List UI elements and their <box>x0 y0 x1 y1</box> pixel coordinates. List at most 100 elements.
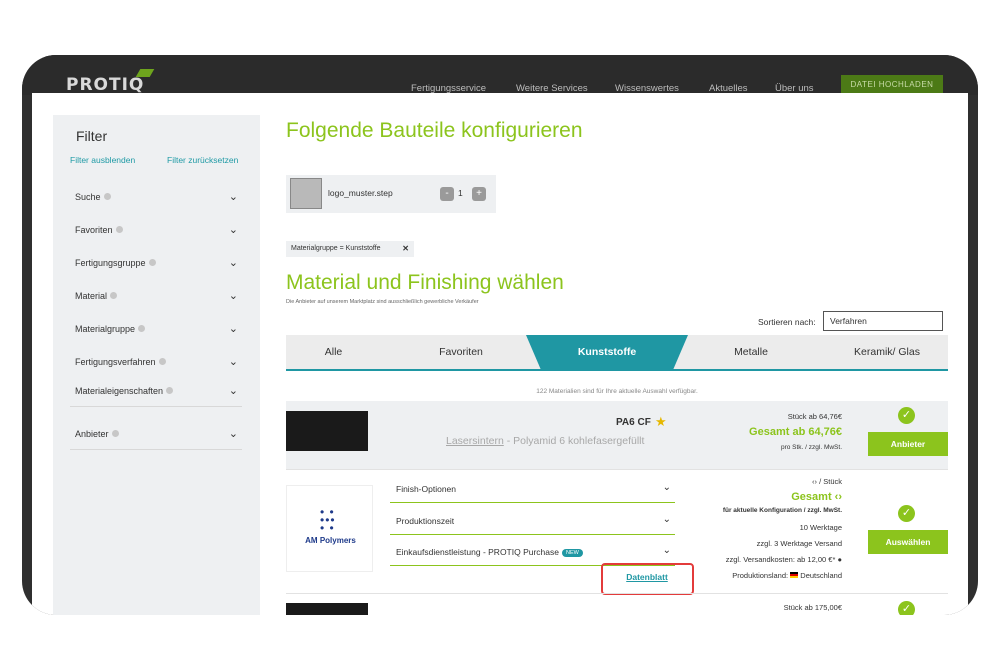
vendor-name: AM Polymers <box>305 536 356 545</box>
production-days: 10 Werktage <box>799 523 842 532</box>
chevron-down-icon: ⌄ <box>662 545 671 556</box>
option-label: Einkaufsdienstleistung - PROTIQ Purchase <box>396 547 559 557</box>
facet-label: Favoriten <box>75 225 113 235</box>
facet-suche[interactable]: Suche ⌄ <box>70 188 242 206</box>
option-label: Produktionszeit <box>396 516 455 526</box>
check-icon: ✓ <box>898 407 915 424</box>
facet-fertigungsgruppe[interactable]: Fertigungsgruppe ⌄ <box>70 254 242 272</box>
filter-title: Filter <box>76 128 108 144</box>
app-frame: PROTIQ Fertigungsservice Weitere Service… <box>22 55 978 615</box>
quantity-value[interactable]: 1 <box>458 188 463 198</box>
part-thumbnail <box>290 178 322 209</box>
chevron-down-icon: ⌄ <box>228 356 238 368</box>
sort-label: Sortieren nach: <box>758 317 816 327</box>
country-label: Produktionsland: <box>732 571 789 580</box>
active-filter-chip: Materialgruppe = Kunststoffe ✕ <box>286 241 414 257</box>
vendor-logo-mark-icon: • • ••• • • <box>320 505 336 535</box>
tab-metalle[interactable]: Metalle <box>676 335 826 369</box>
configure-heading: Folgende Bauteile konfigurieren <box>286 119 583 142</box>
facet-materialeigenschaften[interactable]: Materialeigenschaften ⌄ <box>70 382 242 400</box>
logo[interactable]: PROTIQ <box>66 75 144 95</box>
facet-label: Materialgruppe <box>75 324 136 334</box>
finish-options-select[interactable]: Finish-Optionen ⌄ <box>390 475 675 503</box>
info-icon <box>158 358 166 365</box>
purchase-service-select[interactable]: Einkaufsdienstleistung - PROTIQ Purchase… <box>390 538 675 566</box>
country-name: Deutschland <box>800 571 842 580</box>
config-note: für aktuelle Konfiguration / zzgl. MwSt. <box>722 507 842 514</box>
hide-filter-link[interactable]: Filter ausblenden <box>70 155 135 165</box>
facet-label: Fertigungsverfahren <box>75 357 156 367</box>
part-filename: logo_muster.step <box>328 188 393 198</box>
top-navigation: PROTIQ Fertigungsservice Weitere Service… <box>22 55 978 95</box>
price-total: Gesamt ‹› <box>791 491 842 503</box>
info-icon <box>115 226 123 233</box>
facet-label: Suche <box>75 192 101 202</box>
price-total: Gesamt ab 64,76€ <box>749 426 842 438</box>
material-row: PA6 CF ★ Lasersintern - Polyamid 6 kohle… <box>286 401 948 469</box>
material-image <box>286 411 368 451</box>
chevron-down-icon: ⌄ <box>228 257 238 269</box>
material-count: 122 Materialien sind für Ihre aktuelle A… <box>536 388 698 395</box>
info-icon <box>110 292 118 299</box>
tab-alle[interactable]: Alle <box>286 335 381 369</box>
new-badge: NEW <box>562 549 583 557</box>
info-icon <box>148 259 156 266</box>
shipping-cost: zzgl. Versandkosten: ab 12,00 €* ● <box>672 555 842 564</box>
info-icon <box>103 193 111 200</box>
material-tabs: Alle Favoriten Kunststoffe Metalle Keram… <box>286 335 948 369</box>
material-subtitle: Lasersintern - Polyamid 6 kohlefasergefü… <box>446 435 644 447</box>
price-per-piece: Stück ab 64,76€ <box>787 412 842 421</box>
info-icon <box>166 387 174 394</box>
seller-note: Die Anbieter auf unserem Marktplatz sind… <box>286 299 479 305</box>
facet-label: Material <box>75 291 108 301</box>
material-description: - Polyamid 6 kohlefasergefüllt <box>503 435 645 447</box>
info-icon[interactable]: ● <box>837 555 842 564</box>
row-divider <box>286 469 948 470</box>
material-name: PA6 CF <box>616 417 651 428</box>
check-icon: ✓ <box>898 601 915 615</box>
production-time-select[interactable]: Produktionszeit ⌄ <box>390 507 675 535</box>
facet-favoriten[interactable]: Favoriten ⌄ <box>70 221 242 239</box>
row-divider <box>286 593 948 594</box>
facet-label: Materialeigenschaften <box>75 386 164 396</box>
star-icon[interactable]: ★ <box>655 414 667 430</box>
material-heading: Material und Finishing wählen <box>286 271 564 294</box>
chevron-down-icon: ⌄ <box>228 323 238 335</box>
facet-fertigungsverfahren[interactable]: Fertigungsverfahren ⌄ <box>70 353 242 371</box>
remove-filter-icon[interactable]: ✕ <box>402 241 409 257</box>
facet-label: Fertigungsgruppe <box>75 258 146 268</box>
logo-mark-icon <box>135 69 155 77</box>
shipping-days: zzgl. 3 Werktage Versand <box>756 539 842 548</box>
process-link[interactable]: Lasersintern <box>446 435 504 447</box>
price-per-piece: ‹› / Stück <box>811 477 842 486</box>
tab-kunststoffe[interactable]: Kunststoffe <box>526 335 688 369</box>
sort-select[interactable]: Verfahren <box>823 311 943 331</box>
tab-favoriten[interactable]: Favoriten <box>381 335 541 369</box>
quantity-decrement-button[interactable]: - <box>440 187 454 201</box>
chevron-down-icon: ⌄ <box>228 290 238 302</box>
tab-keramik-glas[interactable]: Keramik/ Glas <box>826 335 948 369</box>
check-icon: ✓ <box>898 505 915 522</box>
facet-label: Anbieter <box>75 429 109 439</box>
upload-file-button[interactable]: DATEI HOCHLADEN <box>841 75 943 95</box>
chevron-down-icon: ⌄ <box>228 385 238 397</box>
facet-materialgruppe[interactable]: Materialgruppe ⌄ <box>70 320 242 338</box>
material-image <box>286 603 368 615</box>
select-button[interactable]: Auswählen <box>868 530 948 554</box>
price-note: pro Stk. / zzgl. MwSt. <box>780 444 842 451</box>
facet-anbieter[interactable]: Anbieter ⌄ <box>70 425 242 443</box>
quantity-increment-button[interactable]: + <box>472 187 486 201</box>
reset-filter-link[interactable]: Filter zurücksetzen <box>167 155 238 165</box>
price-per-piece: Stück ab 175,00€ <box>783 603 842 612</box>
main-screen: Filter Filter ausblenden Filter zurückse… <box>32 93 968 615</box>
facet-material[interactable]: Material ⌄ <box>70 287 242 305</box>
info-icon <box>111 430 119 437</box>
anbieter-button[interactable]: Anbieter <box>868 432 948 456</box>
production-country: Produktionsland: Deutschland <box>672 571 842 580</box>
facet-divider <box>70 406 242 407</box>
chevron-down-icon: ⌄ <box>662 514 671 525</box>
facet-divider <box>70 449 242 450</box>
chevron-down-icon: ⌄ <box>662 482 671 493</box>
part-item: logo_muster.step - 1 + <box>286 175 496 213</box>
chevron-down-icon: ⌄ <box>228 224 238 236</box>
